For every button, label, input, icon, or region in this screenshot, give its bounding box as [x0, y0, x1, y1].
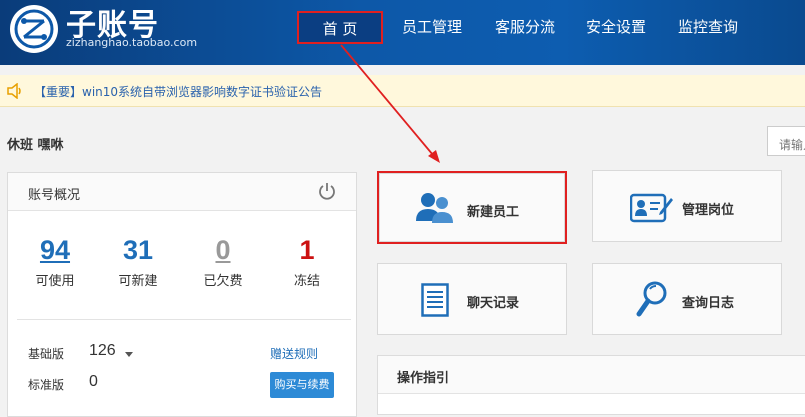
logo-subtitle: zizhanghao.taobao.com — [66, 36, 198, 49]
notice-bar: 【重要】win10系统自带浏览器影响数字证书验证公告 — [0, 75, 805, 107]
manage-post-button[interactable]: 管理岗位 — [592, 170, 782, 242]
panel-header: 账号概况 — [8, 173, 356, 211]
gift-rule-link[interactable]: 赠送规则 — [270, 345, 318, 362]
basic-edition-label: 基础版 — [28, 347, 65, 361]
buy-renew-button[interactable]: 购买与续费 — [270, 372, 334, 398]
stat-label: 可新建 — [118, 274, 158, 289]
nav-security-settings[interactable]: 安全设置 — [576, 11, 656, 44]
id-card-icon — [629, 192, 674, 228]
search-input[interactable] — [767, 126, 805, 156]
chat-log-button[interactable]: 聊天记录 — [377, 263, 567, 335]
stat-frozen: 1 冻结 — [272, 233, 342, 289]
users-icon — [416, 191, 454, 229]
new-staff-button[interactable]: 新建员工 — [377, 171, 567, 244]
basic-edition-value: 126 — [89, 342, 116, 359]
stat-value: 94 — [39, 235, 71, 265]
stat-overdue[interactable]: 0 已欠费 — [188, 233, 258, 289]
query-log-label: 查询日志 — [682, 296, 735, 311]
new-staff-label: 新建员工 — [467, 205, 520, 220]
stat-available[interactable]: 94 可使用 — [20, 233, 90, 289]
guide-header: 操作指引 — [378, 356, 805, 394]
standard-edition-value: 0 — [89, 373, 98, 390]
nav-monitoring-query[interactable]: 监控查询 — [668, 11, 748, 44]
chat-log-label: 聊天记录 — [467, 296, 520, 311]
power-icon[interactable] — [318, 182, 336, 204]
nav-home[interactable]: 首 页 — [297, 11, 383, 44]
search-icon — [636, 281, 668, 321]
nav-customer-service-routing[interactable]: 客服分流 — [483, 11, 567, 44]
manage-post-label: 管理岗位 — [682, 203, 735, 218]
panel-title: 账号概况 — [28, 188, 81, 203]
user-name: 休班 嘿咻 — [7, 138, 64, 153]
operation-guide-panel: 操作指引 — [377, 355, 805, 415]
stat-creatable: 31 可新建 — [103, 233, 173, 289]
stat-label: 已欠费 — [203, 274, 243, 289]
speaker-icon — [7, 82, 25, 103]
panel-divider — [17, 319, 351, 320]
top-header: 子账号 zizhanghao.taobao.com 首 页 员工管理 客服分流 … — [0, 0, 805, 65]
standard-edition-label: 标准版 — [28, 378, 65, 392]
document-icon — [421, 283, 449, 321]
guide-title: 操作指引 — [397, 371, 450, 386]
nav-staff-management[interactable]: 员工管理 — [393, 11, 471, 44]
caret-down-icon[interactable] — [124, 344, 134, 363]
notice-link[interactable]: 【重要】win10系统自带浏览器影响数字证书验证公告 — [34, 83, 322, 100]
query-log-button[interactable]: 查询日志 — [592, 263, 782, 335]
stat-value: 31 — [122, 235, 154, 265]
account-overview-panel: 账号概况 94 可使用 31 可新建 0 已欠费 1 冻结 基础版 126 标准… — [7, 172, 357, 417]
stat-label: 可使用 — [35, 274, 75, 289]
stat-value: 0 — [215, 235, 231, 265]
logo-icon[interactable] — [10, 5, 58, 53]
stat-value: 1 — [299, 235, 315, 265]
stat-label: 冻结 — [293, 274, 320, 289]
